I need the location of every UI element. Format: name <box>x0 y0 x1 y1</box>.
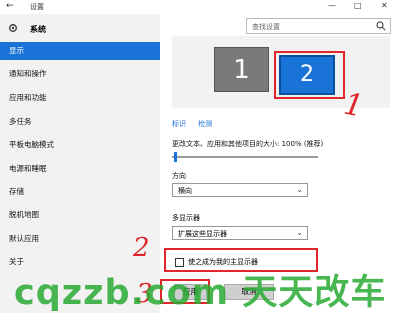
slider-track <box>172 156 318 158</box>
search-placeholder: 查找设置 <box>252 23 280 31</box>
sidebar-item-display[interactable]: 显示 <box>0 42 160 60</box>
annotation-box-1 <box>274 51 345 99</box>
identify-detect-links: 标识 检测 <box>172 119 222 129</box>
sidebar-item-apps[interactable]: 应用和功能 <box>0 89 160 107</box>
sidebar-item-offline-maps[interactable]: 脱机地图 <box>0 206 160 224</box>
chevron-down-icon: ⌄ <box>296 228 303 237</box>
sidebar-item-notifications[interactable]: 通知和操作 <box>0 65 160 83</box>
search-icon[interactable] <box>376 21 386 31</box>
orientation-dropdown[interactable]: 横向 ⌄ <box>172 183 308 197</box>
orientation-label: 方向 <box>172 172 186 180</box>
annotation-number-2: 2 <box>133 233 150 263</box>
identify-link[interactable]: 标识 <box>172 120 186 128</box>
search-box[interactable]: 查找设置 <box>246 18 391 34</box>
back-arrow-icon[interactable]: ← <box>6 1 14 11</box>
multi-display-label: 多显示器 <box>172 214 200 222</box>
scale-slider[interactable] <box>172 152 318 162</box>
minimize-button[interactable]: — <box>328 1 336 10</box>
sidebar-item-power[interactable]: 电源和睡眠 <box>0 160 160 178</box>
multi-display-value: 扩展这些显示器 <box>178 230 227 238</box>
sidebar-header-label: 系统 <box>30 25 46 34</box>
orientation-value: 横向 <box>178 187 192 195</box>
detect-link[interactable]: 检测 <box>198 120 212 128</box>
multi-display-dropdown[interactable]: 扩展这些显示器 ⌄ <box>172 226 308 240</box>
gear-icon <box>9 24 17 32</box>
watermark: cqzzb.com 天天改车 <box>14 273 387 313</box>
sidebar-header: 系统 <box>0 20 160 38</box>
title-bar: ← 设置 — □ ✕ <box>0 0 400 14</box>
monitor-1[interactable]: 1 <box>214 47 269 92</box>
scale-label: 更改文本、应用和其他项目的大小: 100% (推荐) <box>172 140 324 148</box>
window-title: 设置 <box>30 3 44 11</box>
maximize-button[interactable]: □ <box>354 1 362 10</box>
sidebar-item-tablet-mode[interactable]: 平板电脑模式 <box>0 136 160 154</box>
slider-thumb[interactable] <box>174 152 177 162</box>
sidebar-item-storage[interactable]: 存储 <box>0 183 160 201</box>
sidebar-item-multitasking[interactable]: 多任务 <box>0 113 160 131</box>
chevron-down-icon: ⌄ <box>296 185 303 194</box>
close-button[interactable]: ✕ <box>381 1 388 10</box>
